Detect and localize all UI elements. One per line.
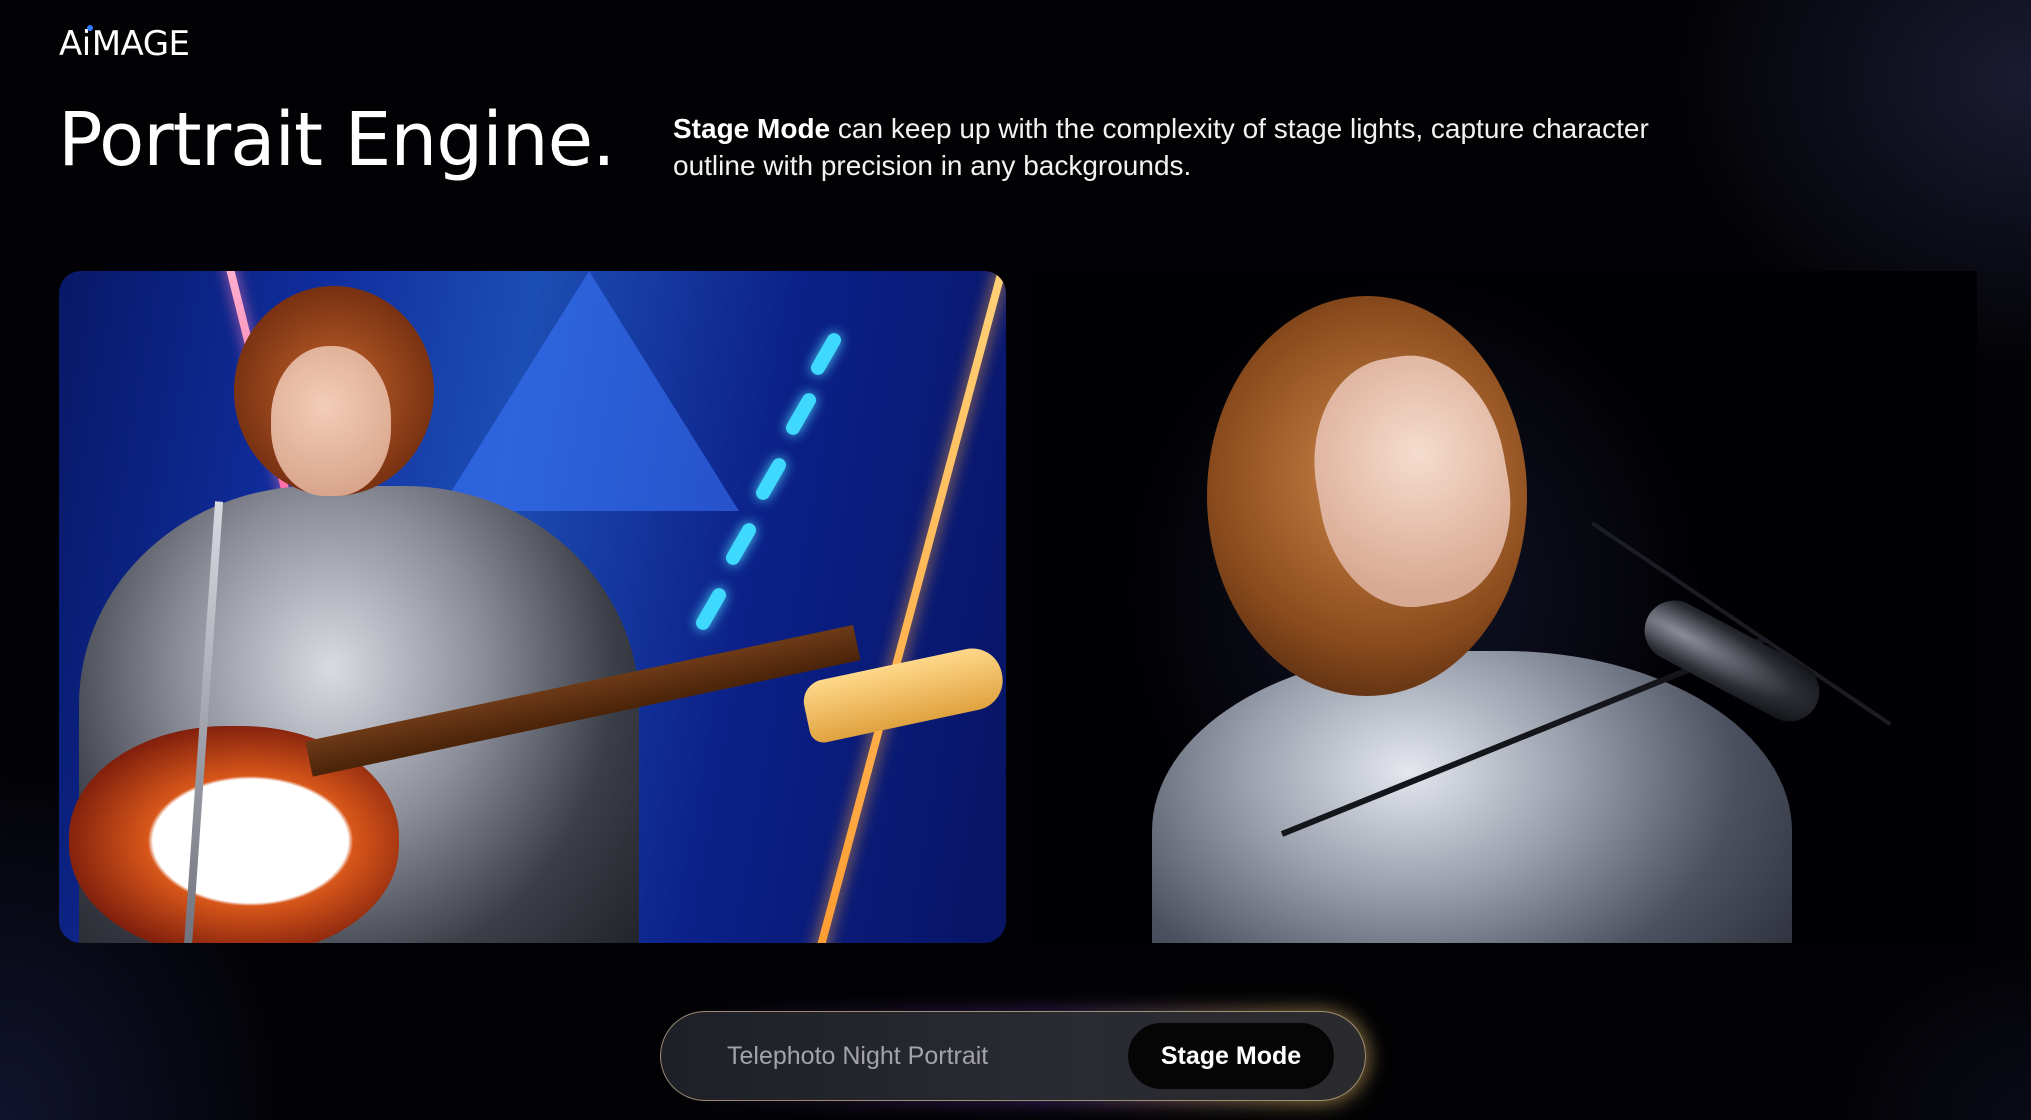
description-highlight: Stage Mode	[673, 113, 831, 144]
stage-backdrop-triangle	[439, 271, 739, 511]
singer-silver-shirt	[1152, 651, 1792, 943]
cyan-light-strip	[753, 455, 789, 503]
logo-letter-a: A	[59, 24, 82, 64]
performer-face	[271, 346, 391, 496]
cyan-light-strip	[808, 330, 844, 378]
page-title: Portrait Engine.	[58, 97, 616, 183]
cyan-light-strip	[693, 585, 729, 633]
mode-toggle[interactable]: Telephoto Night Portrait Stage Mode	[660, 1011, 1366, 1101]
telephoto-night-portrait-option[interactable]: Telephoto Night Portrait	[727, 1042, 988, 1071]
stage-photo-guitarist	[59, 271, 1006, 943]
stage-photo-singer	[1032, 271, 1977, 943]
aimage-logo: A i MAGE	[59, 24, 190, 64]
cyan-light-strip	[783, 390, 819, 438]
amber-light-beam	[805, 271, 1006, 943]
logo-word-mage: MAGE	[91, 24, 190, 64]
cyan-light-strip	[723, 520, 759, 568]
stage-mode-option[interactable]: Stage Mode	[1128, 1023, 1334, 1089]
feature-description: Stage Mode can keep up with the complexi…	[673, 110, 1683, 184]
logo-letter-i: i	[82, 25, 93, 62]
logo-dot-icon	[86, 25, 93, 31]
page: A i MAGE Portrait Engine. Stage Mode can…	[0, 0, 2031, 1120]
